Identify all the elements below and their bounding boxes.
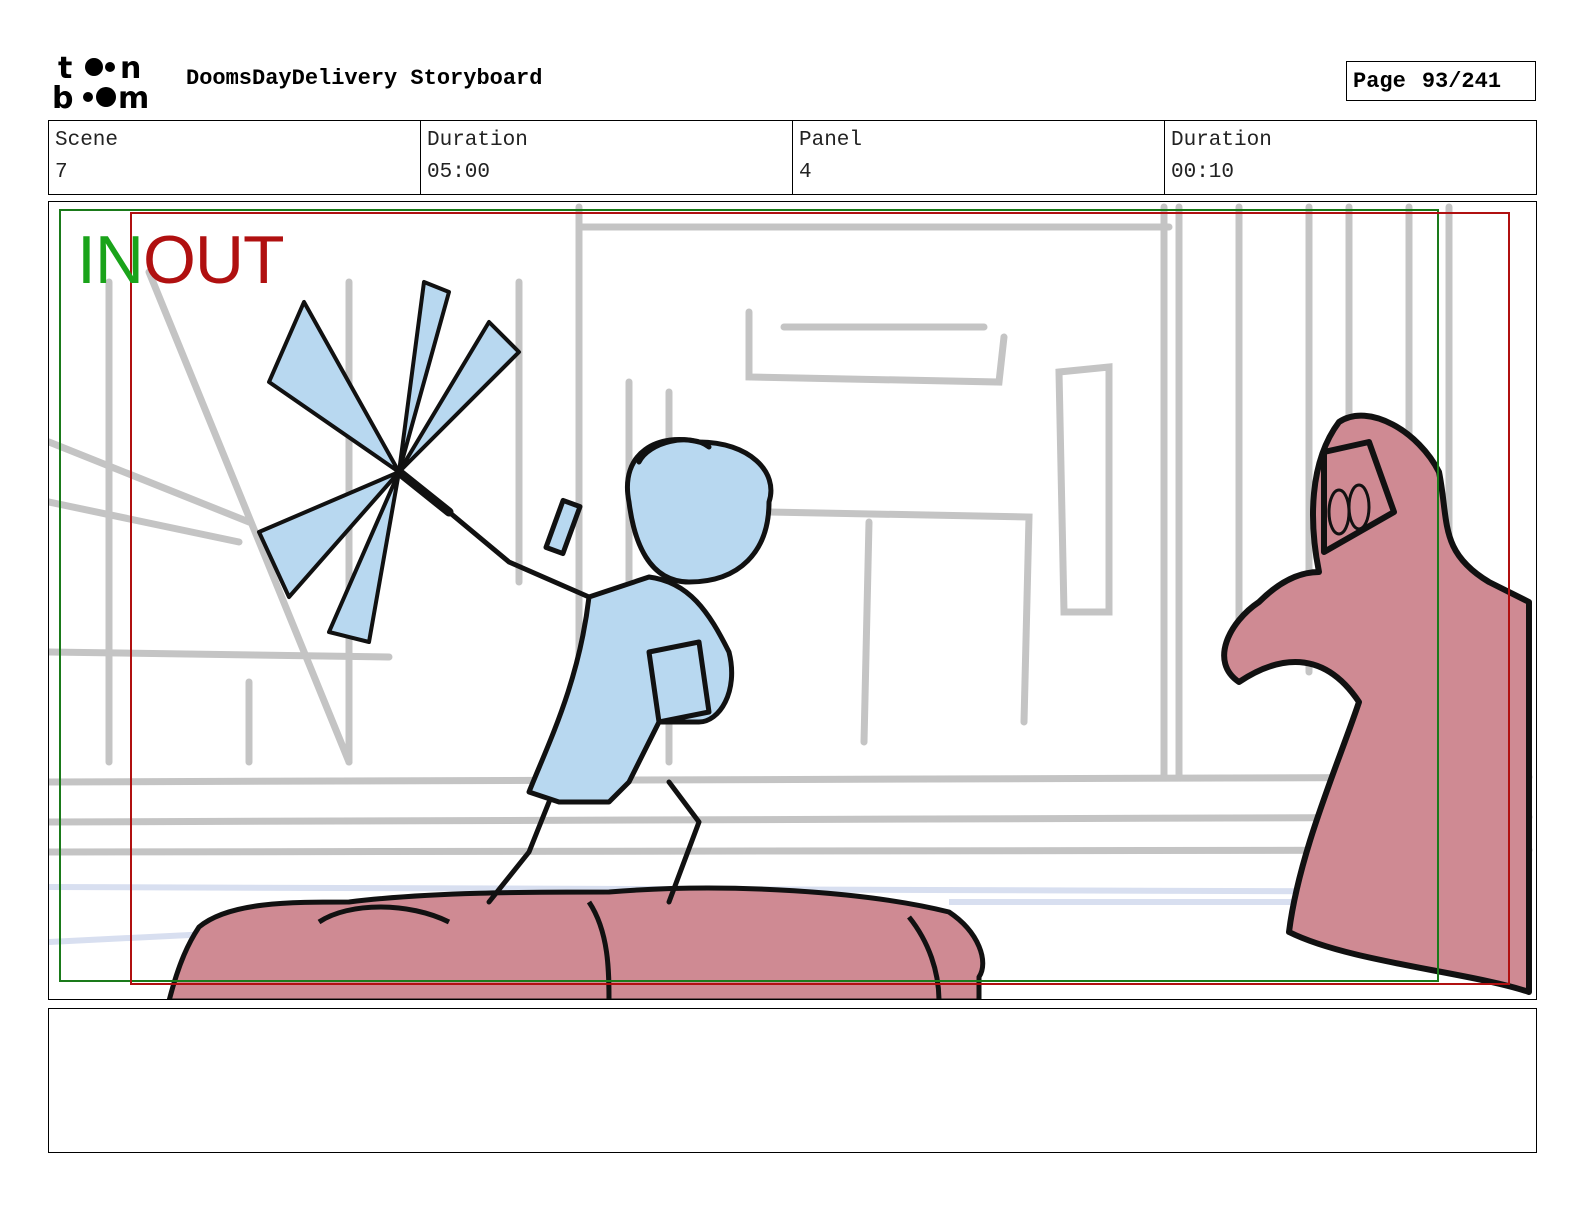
out-label: OUT	[143, 222, 285, 298]
spinning-blades	[257, 280, 521, 644]
scene-cell: Scene 7	[49, 121, 421, 194]
delivery-character	[394, 437, 774, 905]
svg-text:b: b	[52, 81, 73, 114]
panel-value: 4	[799, 161, 812, 184]
scene-label: Scene	[55, 129, 119, 152]
storyboard-panel: INOUT	[48, 201, 1537, 1000]
page-label: Page	[1353, 68, 1406, 94]
in-out-indicator: INOUT	[77, 226, 285, 294]
toon-boom-logo: t n b m	[52, 51, 149, 114]
in-label: IN	[77, 222, 144, 298]
svg-text:m: m	[118, 81, 149, 114]
panel-cell: Panel 4	[793, 121, 1165, 194]
scene-duration-label: Duration	[427, 129, 528, 152]
panel-info-row: Scene 7 Duration 05:00 Panel 4 Duration …	[48, 120, 1537, 195]
panel-label: Panel	[799, 129, 863, 152]
panel-notes	[48, 1008, 1537, 1153]
page-indicator: Page 93/241	[1346, 61, 1536, 101]
storyboard-title: DoomsDayDelivery Storyboard	[186, 66, 543, 91]
panel-duration-value: 00:10	[1171, 161, 1235, 184]
scene-value: 7	[55, 161, 68, 184]
panel-sketch	[49, 203, 1533, 999]
scene-duration-value: 05:00	[427, 161, 491, 184]
scene-duration-cell: Duration 05:00	[421, 121, 793, 194]
panel-duration-label: Duration	[1171, 129, 1272, 152]
hooded-creature	[1221, 412, 1532, 995]
page-number: 93/241	[1421, 68, 1502, 94]
panel-duration-cell: Duration 00:10	[1165, 121, 1536, 194]
